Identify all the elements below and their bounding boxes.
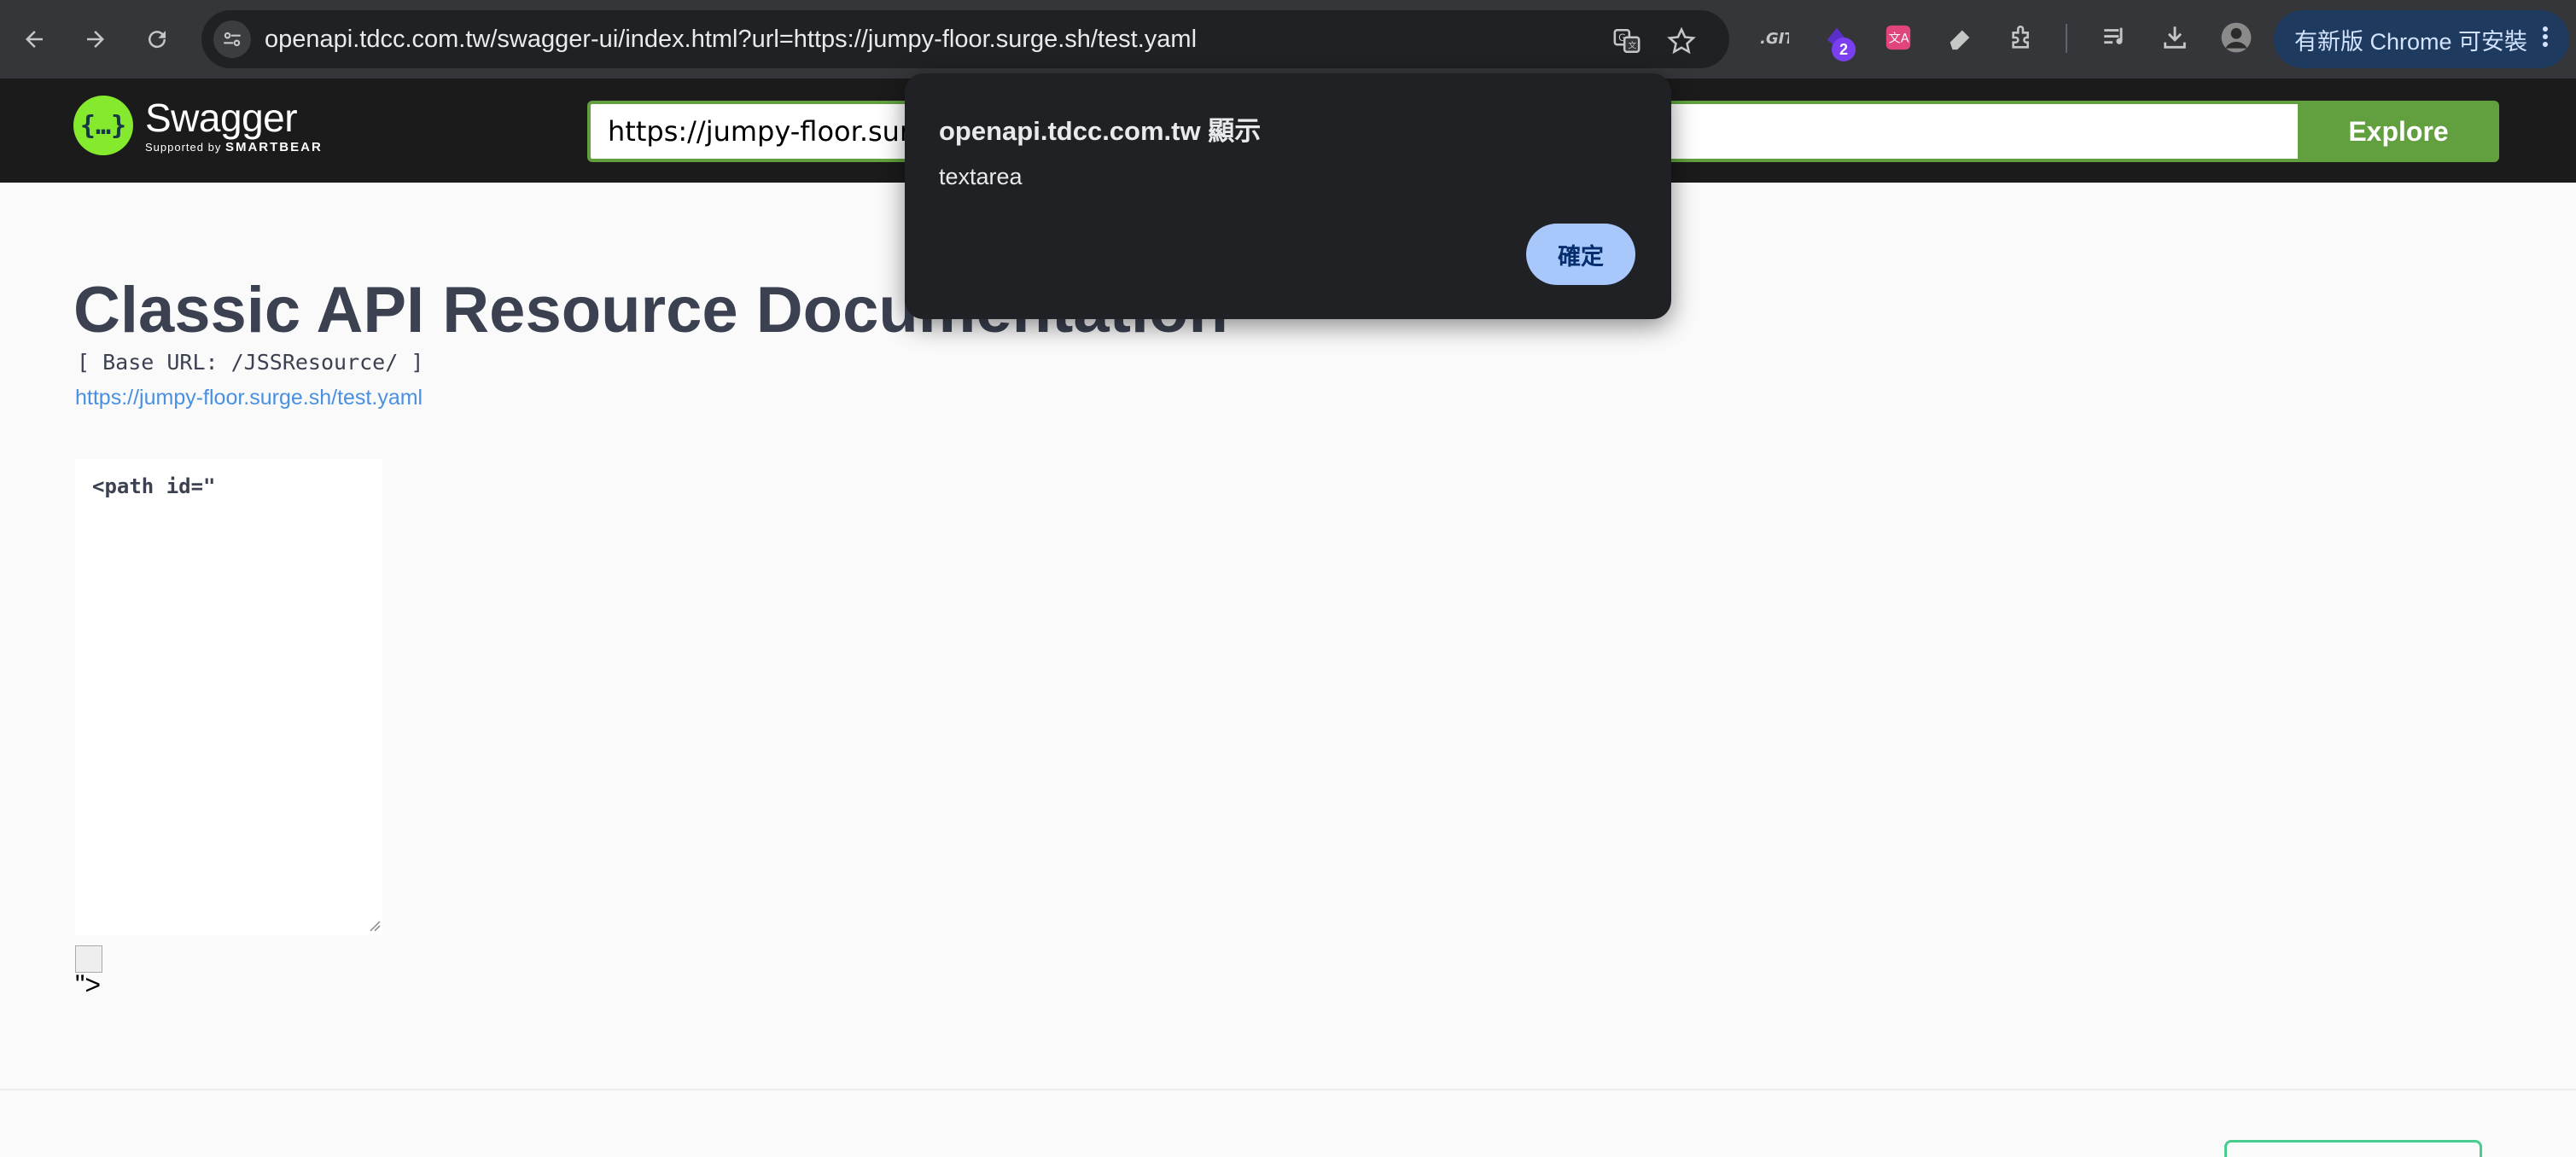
swagger-logo[interactable]: {…} Swagger Supported by SMARTBEAR [73,96,323,155]
partial-button[interactable] [2224,1140,2482,1157]
dialog-ok-button[interactable]: 確定 [1526,224,1635,285]
extension-badge: 2 [1832,38,1856,61]
extension-eraser-icon[interactable] [1943,20,1977,55]
svg-text:文A: 文A [1889,32,1909,46]
download-icon[interactable] [2158,20,2192,55]
toolbar-divider [2066,24,2067,53]
more-menu-icon[interactable] [2541,24,2550,55]
extension-git-icon[interactable]: .GIT [1757,20,1791,55]
chrome-update-button[interactable]: 有新版 Chrome 可安裝 [2274,10,2569,68]
base-url: [ Base URL: /JSSResource/ ] [77,350,424,375]
forward-icon[interactable] [75,19,116,60]
svg-text:.GIT: .GIT [1760,30,1789,48]
swagger-logo-sub-prefix: Supported by [145,141,222,154]
media-controls-icon[interactable] [2098,20,2132,55]
description-textarea[interactable]: <path id=" [75,459,382,935]
dialog-heading: openapi.tdcc.com.tw 顯示 [939,116,1262,146]
swagger-logo-title: Swagger [145,96,298,140]
reload-icon[interactable] [137,19,178,60]
resize-handle-icon[interactable] [369,920,381,932]
svg-text:G: G [1618,32,1626,44]
profile-avatar-icon[interactable] [2219,20,2253,55]
explore-button[interactable]: Explore [2298,101,2499,162]
swagger-logo-subtitle: Supported by SMARTBEAR [145,140,323,154]
svg-text:文: 文 [1628,40,1636,51]
address-bar-url[interactable]: openapi.tdcc.com.tw/swagger-ui/index.htm… [265,26,1197,54]
back-icon[interactable] [14,19,55,60]
bookmark-star-icon[interactable] [1666,26,1697,56]
swagger-logo-sub-brand: SMARTBEAR [224,140,323,154]
browser-toolbar: openapi.tdcc.com.tw/swagger-ui/index.htm… [0,0,2576,78]
alert-dialog: openapi.tdcc.com.tw 顯示 textarea 確定 [905,73,1671,319]
section-divider [0,1089,2576,1090]
extensions-puzzle-icon[interactable] [2006,20,2040,55]
address-bar[interactable]: openapi.tdcc.com.tw/swagger-ui/index.htm… [201,10,1729,68]
dialog-message: textarea [939,164,1023,189]
translate-icon[interactable]: G文 [1611,26,1642,56]
swagger-logo-icon: {…} [73,96,133,155]
chrome-update-label: 有新版 Chrome 可安裝 [2294,28,2528,55]
extension-translator-icon[interactable]: 文A [1881,20,1915,55]
site-info-icon[interactable] [213,20,251,58]
trailing-text: "> [75,969,102,1000]
spec-link[interactable]: https://jumpy-floor.surge.sh/test.yaml [75,386,423,410]
